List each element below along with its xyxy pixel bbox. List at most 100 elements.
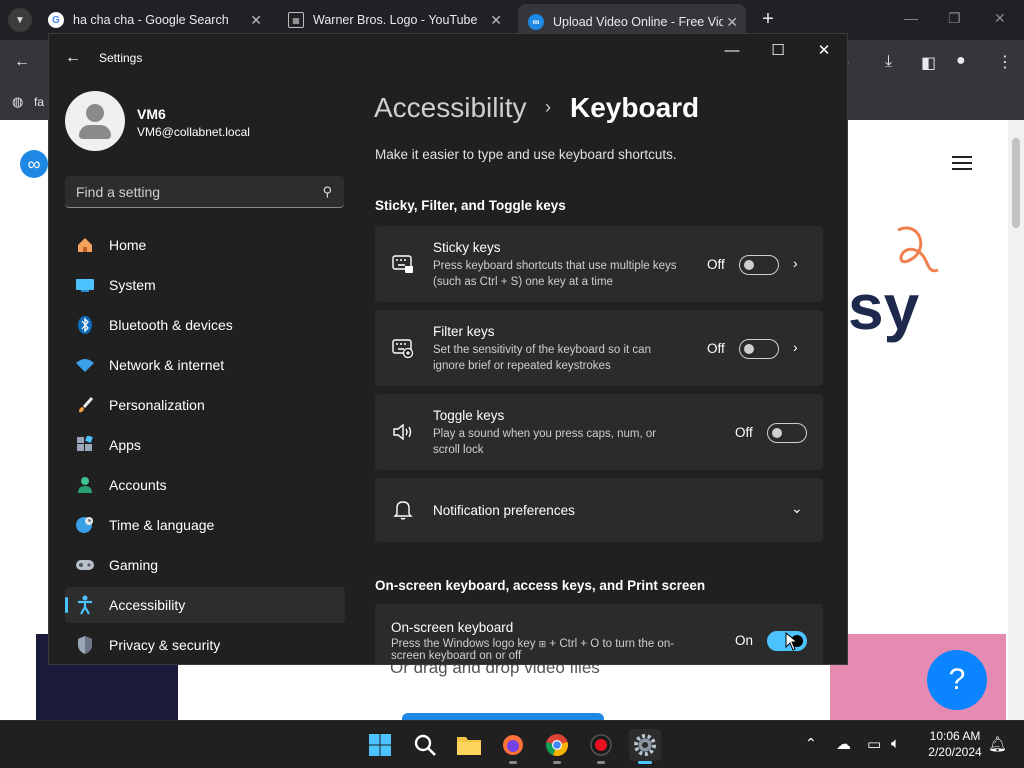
chrome-icon[interactable] bbox=[541, 729, 573, 764]
minimize-icon[interactable]: — bbox=[709, 34, 755, 66]
browser-tab-youtube[interactable]: ▦ Warner Bros. Logo - YouTube ✕ bbox=[278, 6, 510, 34]
minimize-icon[interactable]: — bbox=[904, 10, 918, 26]
onedrive-offline-icon[interactable]: ☁ bbox=[836, 735, 851, 753]
sidebar-item-bluetooth[interactable]: Bluetooth & devices bbox=[65, 307, 345, 343]
more-menu-icon[interactable]: ⋮ bbox=[997, 52, 1013, 72]
card-title: Sticky keys bbox=[433, 240, 501, 255]
maximize-icon[interactable]: ❐ bbox=[948, 10, 961, 27]
sidebar-item-home[interactable]: Home bbox=[65, 227, 345, 263]
card-title: On-screen keyboard bbox=[391, 620, 514, 635]
gamepad-icon bbox=[75, 555, 95, 575]
apps-icon bbox=[75, 435, 95, 455]
brush-icon bbox=[75, 395, 95, 415]
windows-logo-icon: ⊞ bbox=[538, 639, 547, 649]
toggle-state-label: Off bbox=[707, 257, 725, 272]
file-explorer-icon[interactable] bbox=[453, 729, 485, 761]
sidebar-item-system[interactable]: System bbox=[65, 267, 345, 303]
sidebar-item-apps[interactable]: Apps bbox=[65, 427, 345, 463]
help-button[interactable]: ? bbox=[927, 650, 987, 710]
toggle-state-label: Off bbox=[735, 425, 753, 440]
on-screen-keyboard-card[interactable]: On-screen keyboard Press the Windows log… bbox=[375, 604, 823, 664]
clock[interactable]: 10:06 AM 2/20/2024 bbox=[920, 728, 990, 760]
system-icon bbox=[75, 275, 95, 295]
download-icon[interactable]: ⤓ bbox=[885, 53, 892, 71]
sidebar-item-label: Privacy & security bbox=[109, 637, 221, 653]
sidebar-item-label: Accessibility bbox=[109, 597, 186, 613]
filter-keys-card[interactable]: Filter keys Set the sensitivity of the k… bbox=[375, 310, 823, 386]
notification-preferences-card[interactable]: Notification preferences ⌄ bbox=[375, 478, 823, 542]
chevron-down-icon[interactable]: ⌄ bbox=[791, 500, 803, 517]
toggle-keys-toggle[interactable] bbox=[767, 423, 807, 443]
infinity-logo-icon: ∞ bbox=[528, 14, 544, 30]
sidebar-nav: Home System Bluetooth & devices Network … bbox=[65, 227, 345, 664]
card-description: Press the Windows logo key ⊞ + Ctrl + O … bbox=[391, 638, 675, 662]
sticky-keys-card[interactable]: Sticky keys Press keyboard shortcuts tha… bbox=[375, 226, 823, 302]
sidebar-item-time-language[interactable]: Time & language bbox=[65, 507, 345, 543]
recorder-icon[interactable] bbox=[585, 729, 617, 764]
page-description: Make it easier to type and use keyboard … bbox=[375, 147, 677, 162]
close-icon[interactable]: ✕ bbox=[490, 12, 502, 29]
filter-keys-icon bbox=[391, 336, 415, 360]
sidebar-item-label: System bbox=[109, 277, 156, 293]
chevron-up-icon[interactable]: ⌃ bbox=[805, 735, 817, 752]
window-controls: — ☐ ✕ bbox=[709, 34, 847, 66]
avatar[interactable] bbox=[65, 91, 125, 151]
back-arrow-icon[interactable]: ← bbox=[65, 49, 81, 67]
toggle-keys-card[interactable]: Toggle keys Play a sound when you press … bbox=[375, 394, 823, 470]
page-title: Keyboard bbox=[570, 92, 700, 123]
taskbar: ⌃ ☁ ▭ 🔈︎ 10:06 AM 2/20/2024 🔔︎ bbox=[0, 720, 1024, 768]
profile-icon[interactable]: ● bbox=[956, 52, 966, 70]
windows-start-icon[interactable] bbox=[364, 729, 396, 761]
sticky-keys-toggle[interactable] bbox=[739, 255, 779, 275]
speaker-icon bbox=[391, 420, 415, 444]
chevron-right-icon[interactable]: › bbox=[793, 339, 798, 355]
search-input[interactable] bbox=[65, 176, 305, 207]
firefox-icon[interactable] bbox=[497, 729, 529, 764]
infinity-logo-icon[interactable]: ∞ bbox=[20, 150, 48, 178]
side-panel-icon[interactable]: ◧ bbox=[921, 53, 936, 73]
browser-tab-google[interactable]: G ha cha cha - Google Search ✕ bbox=[38, 6, 270, 34]
bookmark-label[interactable]: fa bbox=[34, 95, 44, 109]
close-icon[interactable]: ✕ bbox=[801, 34, 847, 66]
upload-button[interactable] bbox=[402, 713, 604, 720]
filter-keys-toggle[interactable] bbox=[739, 339, 779, 359]
maximize-icon[interactable]: ☐ bbox=[755, 34, 801, 66]
hamburger-menu-icon[interactable] bbox=[952, 156, 972, 172]
home-icon bbox=[75, 235, 95, 255]
sidebar-item-personalization[interactable]: Personalization bbox=[65, 387, 345, 423]
mouse-cursor-icon bbox=[785, 632, 799, 651]
sidebar-item-label: Network & internet bbox=[109, 357, 225, 373]
back-icon[interactable]: ← bbox=[14, 53, 30, 71]
bell-icon bbox=[391, 498, 415, 522]
network-icon[interactable]: ▭ bbox=[867, 735, 881, 753]
shield-icon bbox=[75, 635, 95, 655]
new-tab-icon[interactable]: + bbox=[758, 8, 778, 31]
sidebar-item-network[interactable]: Network & internet bbox=[65, 347, 345, 383]
search-icon[interactable] bbox=[409, 729, 441, 761]
clock-time: 10:06 AM bbox=[929, 729, 981, 743]
sidebar-item-gaming[interactable]: Gaming bbox=[65, 547, 345, 583]
toggle-state-label: Off bbox=[707, 341, 725, 356]
card-title: Toggle keys bbox=[433, 408, 505, 423]
close-icon[interactable]: ✕ bbox=[726, 14, 738, 31]
sidebar-item-label: Gaming bbox=[109, 557, 159, 573]
close-icon[interactable]: ✕ bbox=[994, 10, 1006, 27]
wifi-icon bbox=[75, 355, 95, 375]
card-title: Filter keys bbox=[433, 324, 495, 339]
sidebar-item-label: Time & language bbox=[109, 517, 215, 533]
breadcrumb-parent[interactable]: Accessibility bbox=[374, 92, 526, 124]
notification-bell-icon[interactable]: 🔔︎ bbox=[988, 735, 1007, 753]
chevron-right-icon[interactable]: › bbox=[793, 255, 798, 271]
search-box: ⚲ bbox=[65, 176, 344, 208]
toggle-state-label: On bbox=[735, 633, 754, 648]
search-icon[interactable]: ⚲ bbox=[322, 184, 332, 200]
volume-icon[interactable]: 🔈︎ bbox=[891, 735, 900, 752]
page-scrollbar[interactable] bbox=[1008, 120, 1024, 720]
sidebar-item-privacy[interactable]: Privacy & security bbox=[65, 627, 345, 663]
sidebar-item-label: Home bbox=[109, 237, 147, 253]
sidebar-item-accessibility[interactable]: Accessibility bbox=[65, 587, 345, 623]
sidebar-item-accounts[interactable]: Accounts bbox=[65, 467, 345, 503]
tab-search-icon[interactable]: ▼ bbox=[8, 8, 32, 32]
settings-gear-icon[interactable] bbox=[629, 729, 661, 764]
close-icon[interactable]: ✕ bbox=[250, 12, 262, 29]
